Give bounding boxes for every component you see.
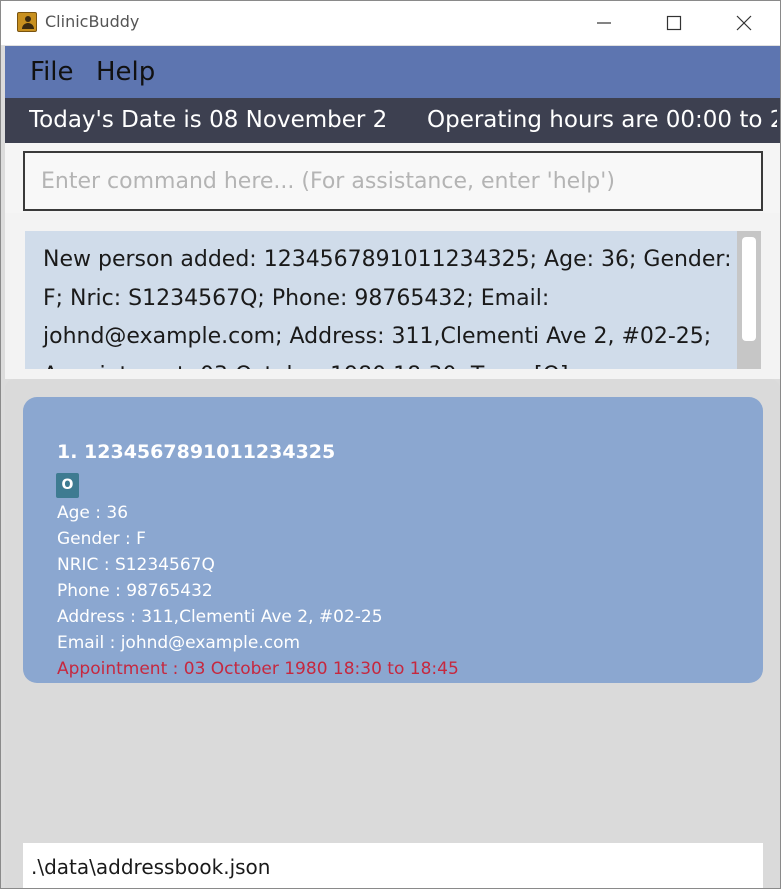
menu-file[interactable]: File: [30, 57, 74, 87]
close-button[interactable]: [709, 1, 779, 45]
person-name: 1. 1234567891011234325: [57, 441, 336, 463]
person-gender: Gender : F: [57, 529, 146, 549]
operating-hours-status: Operating hours are 00:00 to 2...: [427, 107, 777, 133]
result-display[interactable]: New person added: 1234567891011234325; A…: [25, 231, 737, 369]
date-status: Today's Date is 08 November 2...: [29, 107, 389, 133]
maximize-icon: [666, 15, 682, 31]
person-card[interactable]: 1. 1234567891011234325 O Age : 36 Gender…: [23, 397, 763, 683]
app-window: ClinicBuddy File Help Today's Date is 08…: [0, 0, 781, 889]
close-icon: [736, 15, 752, 31]
person-nric: NRIC : S1234567Q: [57, 555, 215, 575]
title-bar[interactable]: ClinicBuddy: [1, 1, 780, 46]
person-phone: Phone : 98765432: [57, 581, 213, 601]
result-display-area: New person added: 1234567891011234325; A…: [5, 213, 780, 379]
result-message: New person added: 1234567891011234325; A…: [43, 247, 732, 369]
menu-bar: File Help: [5, 46, 780, 98]
status-footer: .\data\addressbook.json: [5, 839, 780, 888]
window-title: ClinicBuddy: [45, 12, 140, 31]
menu-help[interactable]: Help: [96, 57, 155, 87]
minimize-button[interactable]: [569, 1, 639, 45]
command-box-area: [5, 143, 780, 213]
storage-path: .\data\addressbook.json: [23, 843, 763, 888]
person-age: Age : 36: [57, 503, 129, 523]
person-email: Email : johnd@example.com: [57, 633, 301, 653]
person-address: Address : 311,Clementi Ave 2, #02-25: [57, 607, 383, 627]
maximize-button[interactable]: [639, 1, 709, 45]
status-bar: Today's Date is 08 November 2... Operati…: [5, 98, 780, 143]
minimize-icon: [597, 22, 611, 24]
person-appointment: Appointment : 03 October 1980 18:30 to 1…: [57, 659, 459, 679]
result-scrollbar-thumb[interactable]: [742, 237, 756, 341]
person-list: 1. 1234567891011234325 O Age : 36 Gender…: [5, 379, 780, 839]
person-tag: O: [56, 473, 79, 498]
command-input[interactable]: [23, 151, 763, 211]
contact-book-icon: [17, 12, 37, 32]
result-scrollbar[interactable]: [737, 231, 761, 369]
